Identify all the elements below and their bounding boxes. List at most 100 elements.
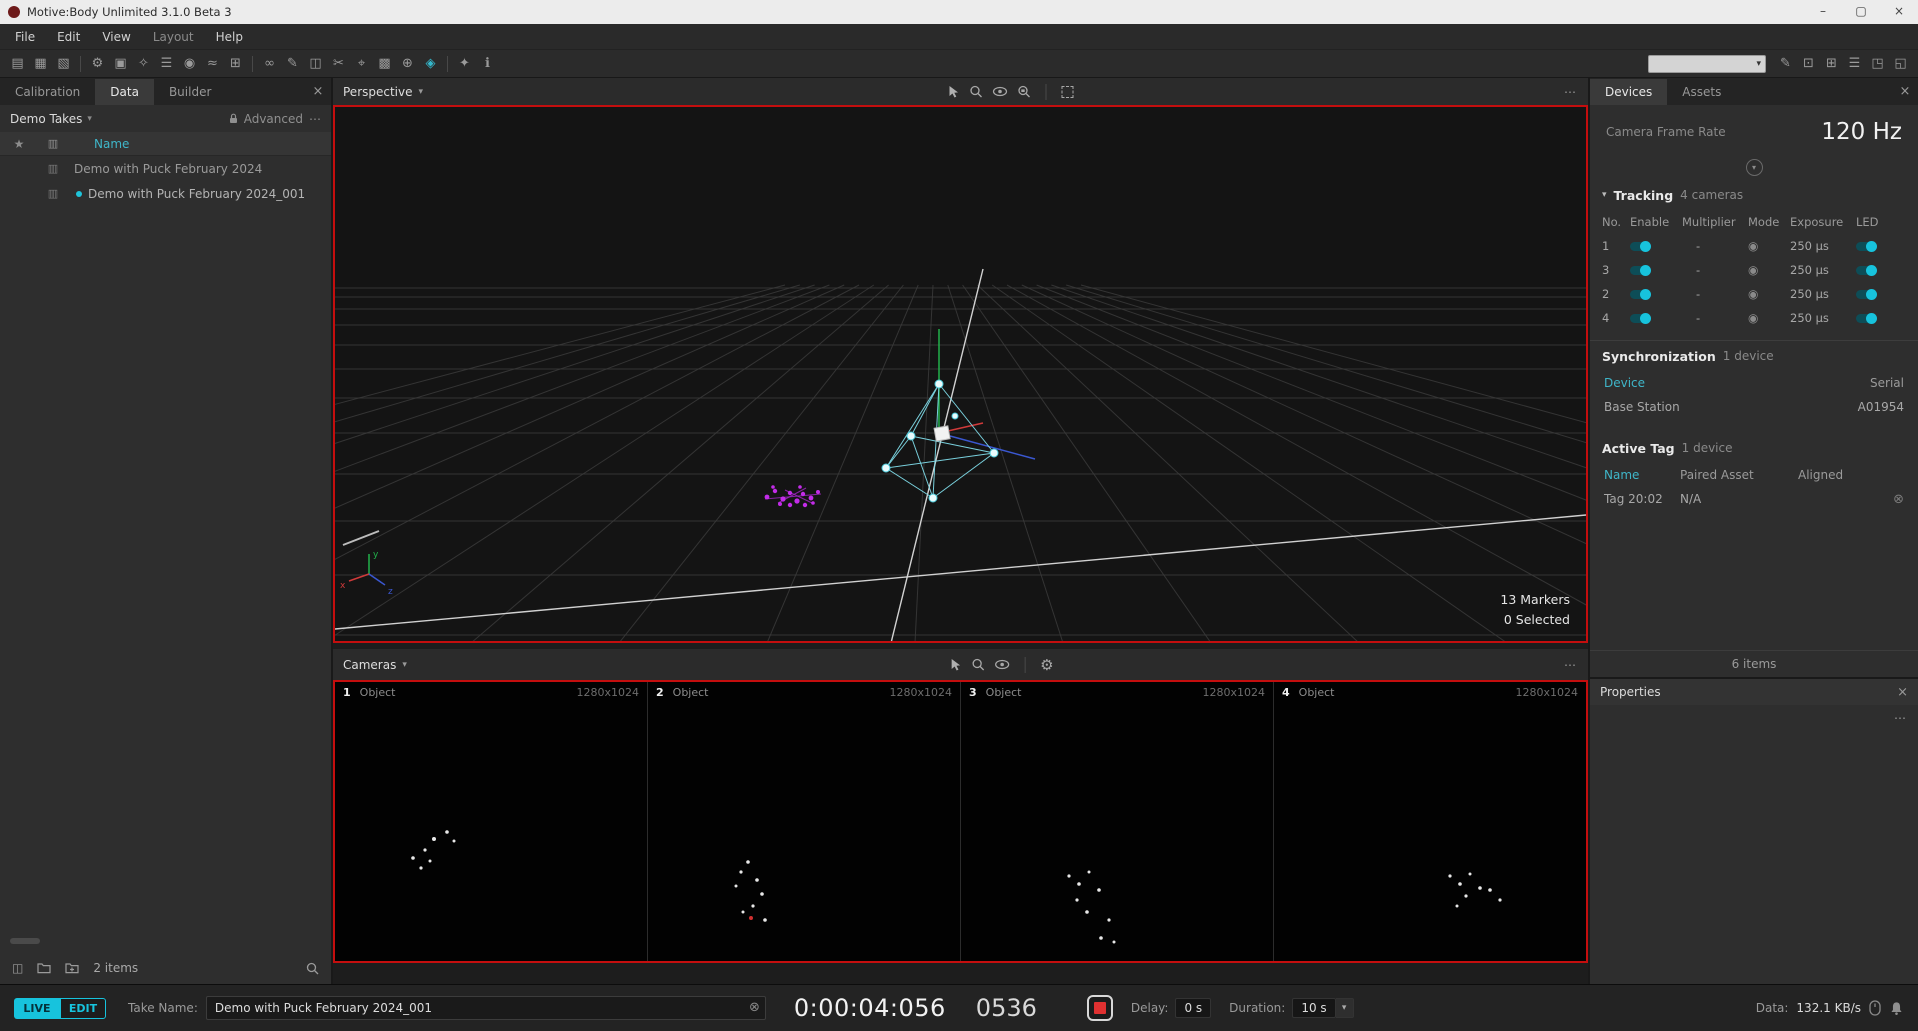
- tab-devices[interactable]: Devices: [1590, 79, 1667, 105]
- mode-icon[interactable]: ◉: [1748, 311, 1758, 325]
- clear-take-name-icon[interactable]: ⊗: [749, 1000, 760, 1015]
- multiplier-value[interactable]: -: [1682, 263, 1748, 277]
- mode-icon[interactable]: ◉: [1748, 263, 1758, 277]
- menu-layout[interactable]: Layout: [142, 24, 205, 50]
- duration-dropdown-icon[interactable]: ▾: [1336, 998, 1354, 1018]
- axes-icon[interactable]: ⊕: [397, 53, 418, 75]
- mesh-icon[interactable]: ▩: [374, 53, 395, 75]
- grid-icon[interactable]: ▥: [38, 137, 68, 150]
- zoom-icon[interactable]: [971, 658, 984, 671]
- enable-toggle[interactable]: [1630, 242, 1650, 251]
- new-folder-icon[interactable]: [65, 962, 79, 974]
- led-toggle[interactable]: [1856, 242, 1876, 251]
- folder-icon[interactable]: [37, 962, 51, 974]
- layers-icon[interactable]: ☰: [156, 53, 177, 75]
- active-tag-row[interactable]: Tag 20:02 N/A ⊗: [1590, 487, 1918, 511]
- new-layout-icon[interactable]: ◱: [1890, 53, 1911, 75]
- menu-help[interactable]: Help: [205, 24, 254, 50]
- info-icon[interactable]: ℹ: [477, 53, 498, 75]
- delay-input[interactable]: 0 s: [1175, 998, 1211, 1018]
- close-button[interactable]: ×: [1880, 0, 1918, 24]
- expand-chevron-icon[interactable]: ▾: [1746, 159, 1763, 176]
- panel-layout-icon[interactable]: ◫: [12, 961, 23, 975]
- perspective-viewport[interactable]: y x z: [333, 105, 1588, 643]
- minimize-button[interactable]: –: [1804, 0, 1842, 24]
- live-mode-button[interactable]: LIVE: [14, 998, 60, 1019]
- active-tag-section-title[interactable]: Active Tag: [1602, 441, 1675, 456]
- pen-icon[interactable]: ✎: [282, 53, 303, 75]
- mouse-status-icon[interactable]: [1869, 1000, 1881, 1016]
- cameras-menu-icon[interactable]: ⋯: [1564, 658, 1578, 672]
- take-name-input[interactable]: [206, 996, 766, 1020]
- menu-edit[interactable]: Edit: [46, 24, 91, 50]
- maximize-button[interactable]: ▢: [1842, 0, 1880, 24]
- mode-icon[interactable]: ◉: [1748, 287, 1758, 301]
- multiplier-value[interactable]: -: [1682, 287, 1748, 301]
- camera-view-icon[interactable]: ▣: [110, 53, 131, 75]
- select-cursor-icon[interactable]: [950, 658, 961, 671]
- tracking-section-title[interactable]: Tracking: [1614, 188, 1674, 203]
- edit-mode-button[interactable]: EDIT: [60, 998, 106, 1019]
- takes-menu-icon[interactable]: ⋯: [309, 112, 321, 126]
- search-icon[interactable]: [306, 962, 319, 975]
- led-toggle[interactable]: [1856, 314, 1876, 323]
- tab-data[interactable]: Data: [95, 79, 154, 105]
- wand-icon[interactable]: ✧: [133, 53, 154, 75]
- graph-icon[interactable]: ◫: [305, 53, 326, 75]
- mode-icon[interactable]: ◉: [1748, 239, 1758, 253]
- probe-icon[interactable]: ◈: [420, 53, 441, 75]
- led-toggle[interactable]: [1856, 266, 1876, 275]
- viewport-layout-icon[interactable]: ⊡: [1798, 53, 1819, 75]
- perspective-view-selector[interactable]: Perspective ▾: [343, 85, 423, 99]
- camera-cell[interactable]: 2 Object 1280x1024: [648, 682, 961, 961]
- link-icon[interactable]: ∞: [259, 53, 280, 75]
- trajectory-icon[interactable]: ≈: [202, 53, 223, 75]
- toolbar-dropdown[interactable]: ▾: [1648, 55, 1766, 73]
- close-icon[interactable]: ×: [1892, 79, 1918, 105]
- labeling-icon[interactable]: ⊞: [225, 53, 246, 75]
- exposure-value[interactable]: 250 µs: [1790, 287, 1856, 301]
- select-cursor-icon[interactable]: [948, 85, 959, 98]
- perspective-menu-icon[interactable]: ⋯: [1564, 85, 1578, 99]
- advanced-label[interactable]: Advanced: [244, 112, 303, 126]
- multiplier-value[interactable]: -: [1682, 239, 1748, 253]
- close-icon[interactable]: ×: [1897, 685, 1908, 700]
- enable-toggle[interactable]: [1630, 314, 1650, 323]
- sync-device-row[interactable]: Base Station A01954: [1590, 395, 1918, 419]
- sparkle-icon[interactable]: ✦: [454, 53, 475, 75]
- multiplier-value[interactable]: -: [1682, 311, 1748, 325]
- exposure-value[interactable]: 250 µs: [1790, 311, 1856, 325]
- scissors-icon[interactable]: ✂: [328, 53, 349, 75]
- save-take-icon[interactable]: ▦: [30, 53, 51, 75]
- tab-builder[interactable]: Builder: [154, 79, 226, 105]
- camera-cell[interactable]: 3 Object 1280x1024: [961, 682, 1274, 961]
- chevron-down-icon[interactable]: ▾: [1602, 190, 1607, 200]
- synchronization-section-title[interactable]: Synchronization: [1602, 349, 1716, 364]
- star-icon[interactable]: ★: [0, 137, 38, 151]
- tab-assets[interactable]: Assets: [1667, 79, 1736, 105]
- gear-icon[interactable]: ⚙: [1040, 656, 1053, 674]
- visibility-eye-icon[interactable]: [992, 86, 1007, 97]
- chevron-down-icon[interactable]: ▾: [87, 114, 92, 124]
- frame-rate-value[interactable]: 120 Hz: [1821, 119, 1902, 145]
- menu-file[interactable]: File: [4, 24, 46, 50]
- region-select-icon[interactable]: [1061, 86, 1073, 98]
- settings-icon[interactable]: ⚙: [87, 53, 108, 75]
- name-column-header[interactable]: Name: [68, 137, 129, 151]
- refine-icon[interactable]: ⌖: [351, 53, 372, 75]
- export-layout-icon[interactable]: ◳: [1867, 53, 1888, 75]
- zoom-lock-icon[interactable]: [1017, 85, 1030, 98]
- markers-icon[interactable]: ◉: [179, 53, 200, 75]
- close-icon[interactable]: ×: [305, 79, 331, 105]
- split-view-icon[interactable]: ⊞: [1821, 53, 1842, 75]
- list-view-icon[interactable]: ☰: [1844, 53, 1865, 75]
- export-icon[interactable]: ▧: [53, 53, 74, 75]
- edit-layout-icon[interactable]: ✎: [1775, 53, 1796, 75]
- exposure-value[interactable]: 250 µs: [1790, 263, 1856, 277]
- led-toggle[interactable]: [1856, 290, 1876, 299]
- tab-calibration[interactable]: Calibration: [0, 79, 95, 105]
- enable-toggle[interactable]: [1630, 266, 1650, 275]
- camera-cell[interactable]: 4 Object 1280x1024: [1274, 682, 1586, 961]
- camera-cell[interactable]: 1 Object 1280x1024: [335, 682, 648, 961]
- cameras-view-selector[interactable]: Cameras ▾: [343, 658, 407, 672]
